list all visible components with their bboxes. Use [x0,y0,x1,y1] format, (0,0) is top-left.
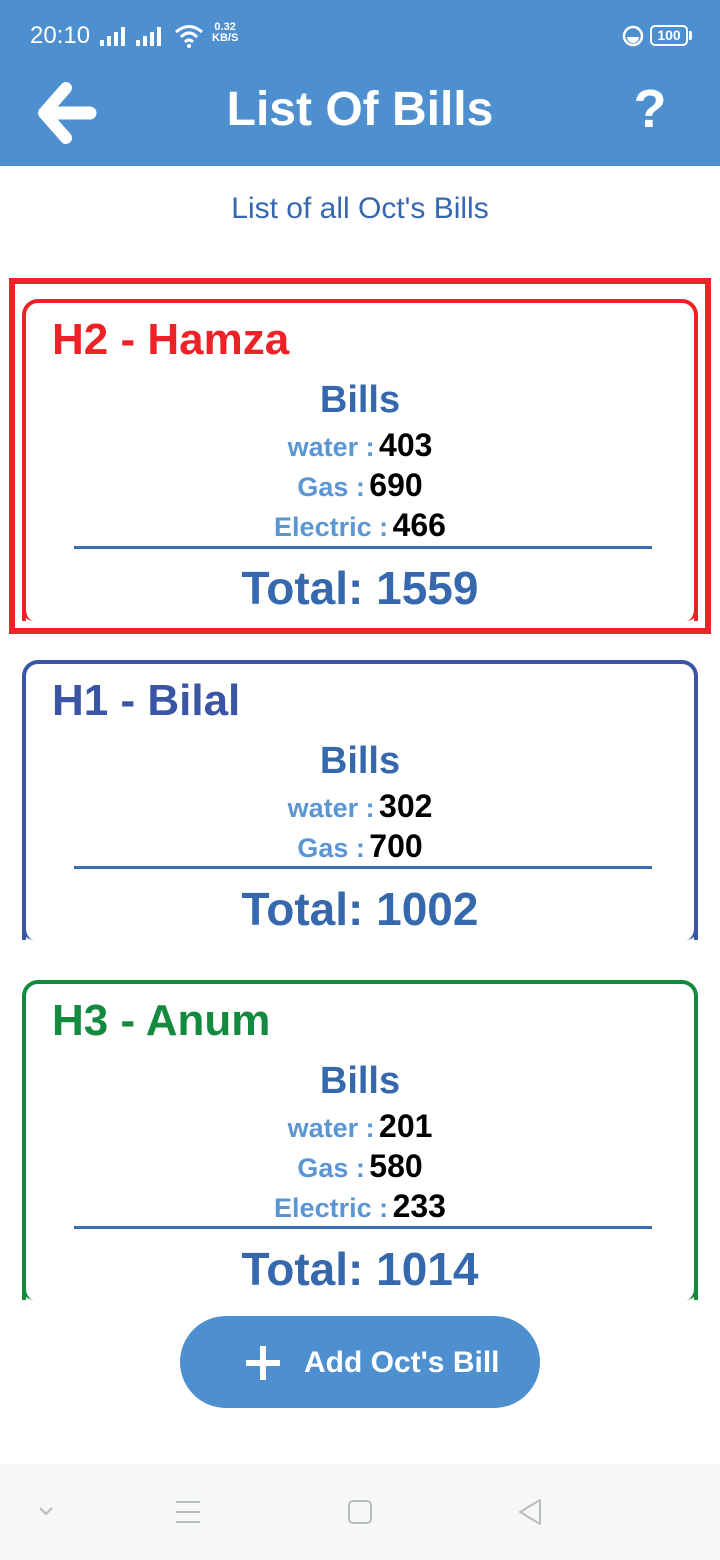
subtitle: List of all Oct's Bills [231,192,489,225]
back-button[interactable] [36,80,98,146]
bill-value: 700 [369,828,423,864]
wifi-icon [175,25,203,48]
bill-card[interactable]: H2 - Hamza Bills water : 403 Gas : 690 E… [22,299,698,621]
card-house-name: H3 - Anum [52,996,271,1045]
status-bar: 20:10 0.32 KB/S 100 [0,0,720,70]
total-value: 1559 [376,562,479,614]
bills-heading: Bills [319,379,401,421]
bill-label: Electric : [274,512,389,542]
total-value: 1014 [376,1243,479,1295]
card-house-name: H2 - Hamza [52,315,290,364]
home-square-icon[interactable] [340,1494,380,1530]
arrow-left-icon [38,82,97,144]
bill-value: 690 [369,467,423,503]
help-icon: ? [633,79,667,139]
bills-heading: Bills [319,1060,401,1102]
card-house-name: H1 - Bilal [52,676,241,725]
chevron-down-icon[interactable] [26,1494,66,1530]
total-label: Total: [241,883,377,935]
total-amount: Total: 1559 [26,561,694,615]
bill-row-gas: Gas : 580 [26,1148,694,1188]
bill-label: water : [287,432,375,462]
add-bill-label: Add Oct's Bill [304,1346,500,1379]
bill-label: water : [287,793,375,823]
bill-row-water: water : 302 [26,788,694,828]
battery-level: 100 [657,27,681,43]
bill-label: water : [287,1113,375,1143]
battery-icon: 100 [650,25,688,46]
bill-card[interactable]: H1 - Bilal Bills water : 302 Gas : 700 T… [22,660,698,940]
bill-value: 466 [392,507,446,543]
back-triangle-icon[interactable] [510,1494,550,1530]
divider [74,1226,652,1229]
signal-icon [100,27,125,46]
app-bar: 20:10 0.32 KB/S 100 List Of Bills ? [0,0,720,166]
bill-row-water: water : 403 [26,427,694,467]
menu-icon[interactable] [168,1494,208,1530]
bill-value: 580 [369,1148,423,1184]
bill-value: 201 [379,1108,433,1144]
bill-card[interactable]: H3 - Anum Bills water : 201 Gas : 580 El… [22,980,698,1300]
bill-row-electric: Electric : 233 [26,1188,694,1228]
status-time: 20:10 [30,22,91,49]
total-amount: Total: 1002 [26,882,694,936]
page-title: List Of Bills [226,83,494,136]
divider [74,866,652,869]
bill-value: 403 [379,427,433,463]
battery-tip [689,31,692,40]
data-saver-icon [622,25,644,47]
bill-value: 233 [392,1188,446,1224]
total-amount: Total: 1014 [26,1242,694,1296]
help-button[interactable]: ? [618,78,682,148]
speed-unit: KB/S [212,32,239,44]
bill-label: Gas : [297,833,365,863]
divider [74,546,652,549]
bill-label: Gas : [297,472,365,502]
add-bill-button[interactable]: Add Oct's Bill [180,1316,540,1408]
bill-row-water: water : 201 [26,1108,694,1148]
total-label: Total: [241,1243,377,1295]
bill-row-gas: Gas : 690 [26,467,694,507]
system-nav-bar [0,1464,720,1560]
bill-row-electric: Electric : 466 [26,507,694,547]
bills-heading: Bills [319,740,401,782]
bill-label: Electric : [274,1193,389,1223]
bill-row-gas: Gas : 700 [26,828,694,868]
total-label: Total: [241,562,377,614]
network-speed: 0.32 KB/S [212,22,238,44]
plus-icon [246,1346,280,1380]
signal-icon [136,27,161,46]
total-value: 1002 [376,883,479,935]
bill-value: 302 [379,788,433,824]
bill-label: Gas : [297,1153,365,1183]
